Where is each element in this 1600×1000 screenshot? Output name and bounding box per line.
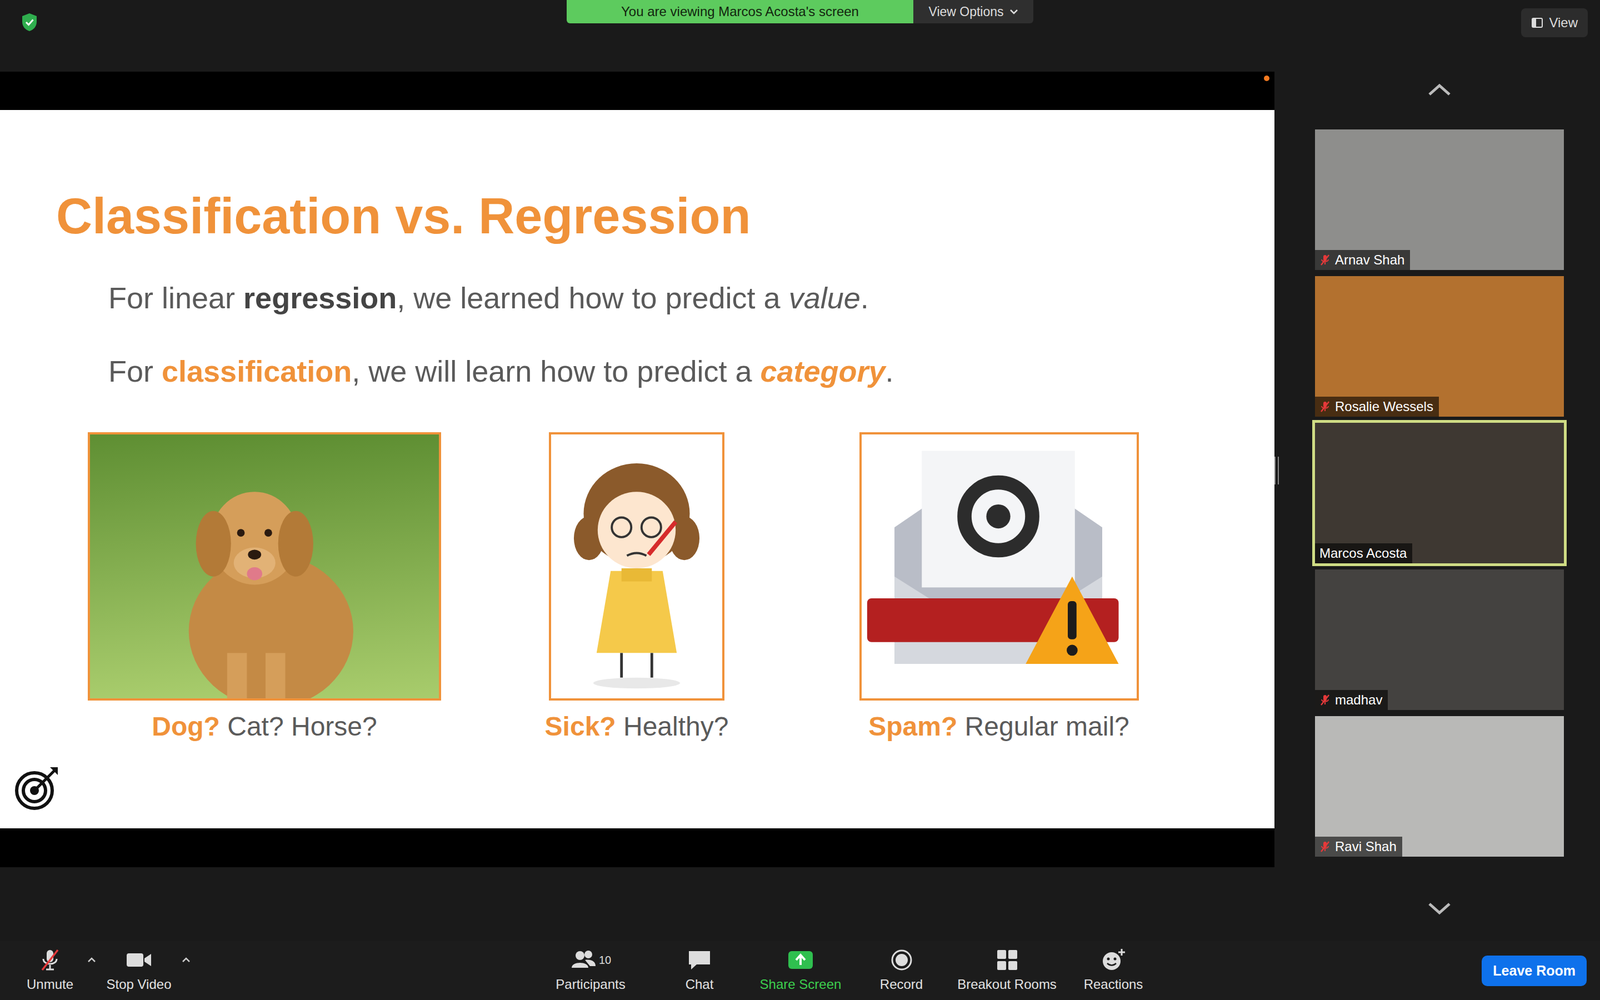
security-shield-icon[interactable] bbox=[21, 12, 38, 32]
share-indicator-dot bbox=[1263, 75, 1270, 82]
chat-bubble-icon bbox=[686, 947, 713, 973]
spam-mail-illustration bbox=[861, 434, 1137, 699]
participant-tile[interactable]: madhav bbox=[1315, 569, 1564, 710]
toolbar-button[interactable]: Share Screen bbox=[751, 941, 850, 1000]
example-picture bbox=[859, 432, 1139, 701]
participant-name: Marcos Acosta bbox=[1315, 543, 1413, 564]
toolbar-button[interactable]: Unmute bbox=[16, 941, 84, 1000]
example-card: Dog? Cat? Horse? bbox=[87, 432, 442, 743]
card-caption: Dog? Cat? Horse? bbox=[151, 710, 377, 743]
card-caption: Spam? Regular mail? bbox=[868, 710, 1130, 743]
example-card: Sick? Healthy? bbox=[503, 432, 770, 743]
reactions-smiley-icon bbox=[1100, 947, 1127, 973]
participant-count: 10 bbox=[598, 953, 612, 967]
participant-tile[interactable]: Marcos Acosta bbox=[1315, 422, 1564, 564]
example-cards: Dog? Cat? Horse? Sick? Healthy? Spam? Regu… bbox=[87, 432, 1275, 743]
muted-mic-icon bbox=[1319, 253, 1331, 267]
example-picture bbox=[87, 432, 442, 701]
chevron-down-icon bbox=[1009, 8, 1019, 15]
shared-screen: Classification vs. Regression For linear … bbox=[0, 71, 1275, 942]
dog-photo bbox=[90, 434, 439, 699]
slide-line: For linear regression, we learned how to… bbox=[108, 278, 1275, 318]
participant-name: madhav bbox=[1315, 690, 1388, 710]
participant-gallery: Arnav Shah Rosalie Wessels Marcos Acosta ma… bbox=[1278, 71, 1600, 942]
banner-text: You are viewing Marcos Acosta's screen bbox=[566, 0, 914, 24]
meeting-toolbar: Unmute Stop Video 10ParticipantsChatShare … bbox=[0, 941, 1600, 1000]
zoom-window: You are viewing Marcos Acosta's screenVi… bbox=[0, 0, 1600, 1000]
leave-room-button[interactable]: Leave Room bbox=[1481, 955, 1587, 987]
participant-name: Ravi Shah bbox=[1315, 836, 1403, 857]
screen-share-banner: You are viewing Marcos Acosta's screenVi… bbox=[566, 0, 1034, 24]
slide-title: Classification vs. Regression bbox=[56, 186, 1275, 247]
slide: Classification vs. Regression For linear … bbox=[0, 110, 1275, 829]
toolbar-button[interactable]: Chat bbox=[647, 941, 752, 1000]
slide-line: For classification, we will learn how to… bbox=[108, 351, 1275, 391]
participant-tile[interactable]: Rosalie Wessels bbox=[1315, 276, 1564, 417]
participant-tile[interactable]: Ravi Shah bbox=[1315, 716, 1564, 857]
share-screen-icon bbox=[787, 947, 814, 973]
card-caption: Sick? Healthy? bbox=[545, 710, 729, 743]
participants-icon bbox=[570, 947, 597, 973]
muted-mic-icon bbox=[1319, 400, 1331, 413]
muted-mic-icon bbox=[1319, 840, 1331, 853]
example-card: Spam? Regular mail? bbox=[832, 432, 1166, 743]
video-camera-icon bbox=[125, 947, 153, 973]
letterbox-bottom bbox=[0, 828, 1275, 868]
caret-up-icon[interactable] bbox=[83, 956, 100, 964]
mic-off-icon bbox=[38, 947, 62, 973]
toolbar-button[interactable]: 10Participants bbox=[533, 941, 648, 1000]
layout-icon bbox=[1531, 16, 1544, 29]
participant-tile[interactable]: Arnav Shah bbox=[1315, 129, 1564, 270]
view-button[interactable]: View bbox=[1521, 8, 1588, 38]
letterbox-top bbox=[0, 71, 1275, 110]
meeting-area: Classification vs. Regression For linear … bbox=[0, 71, 1600, 942]
top-bar: You are viewing Marcos Acosta's screenVi… bbox=[0, 0, 1600, 72]
caret-up-icon[interactable] bbox=[177, 956, 195, 964]
toolbar-button[interactable]: Stop Video bbox=[100, 941, 178, 1000]
muted-mic-icon bbox=[1319, 693, 1331, 707]
toolbar-button[interactable]: Reactions bbox=[1060, 941, 1167, 1000]
toolbar-button[interactable]: Breakout Rooms bbox=[953, 941, 1061, 1000]
view-options-button[interactable]: View Options bbox=[913, 0, 1034, 24]
breakout-rooms-icon bbox=[995, 947, 1020, 973]
target-logo-icon bbox=[13, 765, 60, 812]
sick-girl-illustration bbox=[551, 434, 723, 699]
scroll-down-icon[interactable] bbox=[1427, 900, 1452, 917]
toolbar-button[interactable]: Record bbox=[849, 941, 954, 1000]
scroll-up-icon[interactable] bbox=[1427, 82, 1452, 98]
participant-name: Rosalie Wessels bbox=[1315, 396, 1439, 417]
example-picture bbox=[548, 432, 725, 701]
record-icon bbox=[889, 947, 914, 973]
panel-splitter[interactable] bbox=[1274, 71, 1279, 942]
participant-name: Arnav Shah bbox=[1315, 250, 1410, 270]
